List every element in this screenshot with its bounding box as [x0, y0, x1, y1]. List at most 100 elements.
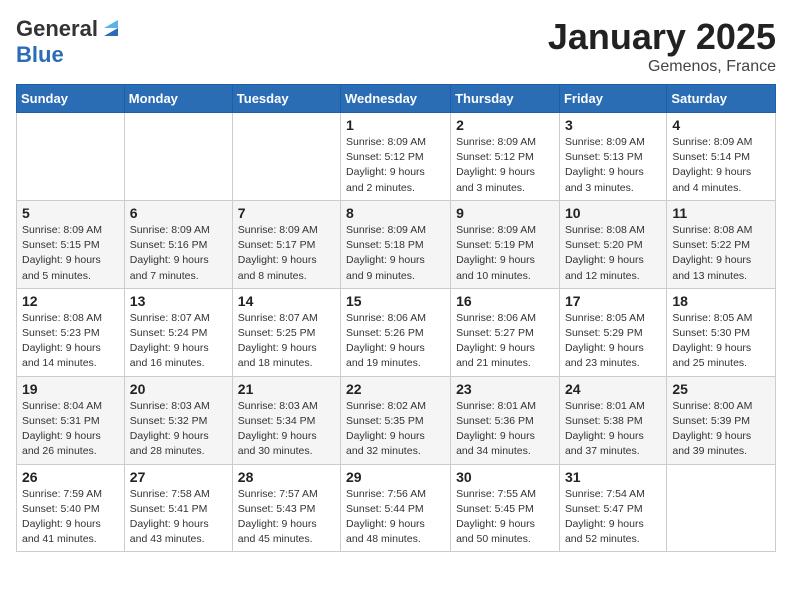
- calendar-body: 1 Sunrise: 8:09 AMSunset: 5:12 PMDaylight…: [17, 113, 776, 552]
- calendar-cell: 9 Sunrise: 8:09 AMSunset: 5:19 PMDaylight…: [451, 200, 560, 288]
- calendar-cell: 25 Sunrise: 8:00 AMSunset: 5:39 PMDayligh…: [667, 376, 776, 464]
- day-info: Sunrise: 8:06 AMSunset: 5:27 PMDaylight:…: [456, 311, 554, 372]
- day-info: Sunrise: 8:08 AMSunset: 5:22 PMDaylight:…: [672, 223, 770, 284]
- calendar-cell: 19Sunrise: 8:04 AMSunset: 5:31 PMDayligh…: [17, 376, 125, 464]
- calendar-cell: 15 Sunrise: 8:06 AMSunset: 5:26 PMDayligh…: [341, 288, 451, 376]
- day-number: 6: [130, 205, 227, 221]
- day-number: 4: [672, 117, 770, 133]
- calendar-cell: 10 Sunrise: 8:08 AMSunset: 5:20 PMDayligh…: [559, 200, 666, 288]
- calendar-cell: 5Sunrise: 8:09 AMSunset: 5:15 PMDaylight…: [17, 200, 125, 288]
- day-number: 24: [565, 381, 661, 397]
- day-number: 9: [456, 205, 554, 221]
- day-number: 13: [130, 293, 227, 309]
- calendar-cell: 16 Sunrise: 8:06 AMSunset: 5:27 PMDayligh…: [451, 288, 560, 376]
- calendar-cell: [124, 113, 232, 201]
- calendar-cell: 29 Sunrise: 7:56 AMSunset: 5:44 PMDayligh…: [341, 464, 451, 552]
- day-info: Sunrise: 8:01 AMSunset: 5:36 PMDaylight:…: [456, 399, 554, 460]
- calendar-table: SundayMondayTuesdayWednesdayThursdayFrid…: [16, 84, 776, 552]
- calendar-cell: 28 Sunrise: 7:57 AMSunset: 5:43 PMDayligh…: [232, 464, 340, 552]
- day-info: Sunrise: 8:09 AMSunset: 5:12 PMDaylight:…: [346, 135, 445, 196]
- calendar-cell: 17 Sunrise: 8:05 AMSunset: 5:29 PMDayligh…: [559, 288, 666, 376]
- calendar-cell: 6 Sunrise: 8:09 AMSunset: 5:16 PMDaylight…: [124, 200, 232, 288]
- logo-general: General: [16, 16, 98, 42]
- calendar-cell: 7Sunrise: 8:09 AMSunset: 5:17 PMDaylight…: [232, 200, 340, 288]
- day-number: 12: [22, 293, 119, 309]
- weekday-header-friday: Friday: [559, 85, 666, 113]
- day-number: 26: [22, 469, 119, 485]
- day-number: 7: [238, 205, 335, 221]
- day-number: 30: [456, 469, 554, 485]
- day-number: 15: [346, 293, 445, 309]
- location: Gemenos, France: [548, 58, 776, 76]
- calendar-week-row: 19Sunrise: 8:04 AMSunset: 5:31 PMDayligh…: [17, 376, 776, 464]
- calendar-cell: 26Sunrise: 7:59 AMSunset: 5:40 PMDayligh…: [17, 464, 125, 552]
- day-info: Sunrise: 8:00 AMSunset: 5:39 PMDaylight:…: [672, 399, 770, 460]
- calendar-cell: [667, 464, 776, 552]
- calendar-cell: 12 Sunrise: 8:08 AMSunset: 5:23 PMDayligh…: [17, 288, 125, 376]
- calendar-header: SundayMondayTuesdayWednesdayThursdayFrid…: [17, 85, 776, 113]
- day-info: Sunrise: 8:05 AMSunset: 5:29 PMDaylight:…: [565, 311, 661, 372]
- page-header: General Blue January 2025 Gemenos, Franc…: [16, 16, 776, 76]
- day-number: 17: [565, 293, 661, 309]
- month-title: January 2025: [548, 16, 776, 58]
- day-info: Sunrise: 8:09 AMSunset: 5:13 PMDaylight:…: [565, 135, 661, 196]
- weekday-header-row: SundayMondayTuesdayWednesdayThursdayFrid…: [17, 85, 776, 113]
- day-info: Sunrise: 8:09 AMSunset: 5:12 PMDaylight:…: [456, 135, 554, 196]
- day-number: 23: [456, 381, 554, 397]
- day-info: Sunrise: 8:03 AMSunset: 5:34 PMDaylight:…: [238, 399, 335, 460]
- logo-blue: Blue: [16, 42, 64, 68]
- weekday-header-sunday: Sunday: [17, 85, 125, 113]
- day-info: Sunrise: 8:08 AMSunset: 5:20 PMDaylight:…: [565, 223, 661, 284]
- day-number: 16: [456, 293, 554, 309]
- calendar-cell: 24Sunrise: 8:01 AMSunset: 5:38 PMDayligh…: [559, 376, 666, 464]
- day-number: 18: [672, 293, 770, 309]
- weekday-header-wednesday: Wednesday: [341, 85, 451, 113]
- calendar-cell: 23 Sunrise: 8:01 AMSunset: 5:36 PMDayligh…: [451, 376, 560, 464]
- weekday-header-tuesday: Tuesday: [232, 85, 340, 113]
- logo: General Blue: [16, 16, 122, 68]
- calendar-cell: 21Sunrise: 8:03 AMSunset: 5:34 PMDayligh…: [232, 376, 340, 464]
- day-info: Sunrise: 8:06 AMSunset: 5:26 PMDaylight:…: [346, 311, 445, 372]
- calendar-cell: [232, 113, 340, 201]
- day-number: 28: [238, 469, 335, 485]
- day-number: 29: [346, 469, 445, 485]
- day-info: Sunrise: 8:04 AMSunset: 5:31 PMDaylight:…: [22, 399, 119, 460]
- calendar-cell: 18 Sunrise: 8:05 AMSunset: 5:30 PMDayligh…: [667, 288, 776, 376]
- calendar-cell: 8Sunrise: 8:09 AMSunset: 5:18 PMDaylight…: [341, 200, 451, 288]
- calendar-cell: 11 Sunrise: 8:08 AMSunset: 5:22 PMDayligh…: [667, 200, 776, 288]
- calendar-cell: 3Sunrise: 8:09 AMSunset: 5:13 PMDaylight…: [559, 113, 666, 201]
- logo-icon: [100, 18, 122, 40]
- calendar-cell: 2 Sunrise: 8:09 AMSunset: 5:12 PMDaylight…: [451, 113, 560, 201]
- day-info: Sunrise: 8:08 AMSunset: 5:23 PMDaylight:…: [22, 311, 119, 372]
- day-info: Sunrise: 8:07 AMSunset: 5:24 PMDaylight:…: [130, 311, 227, 372]
- day-number: 2: [456, 117, 554, 133]
- calendar-week-row: 26Sunrise: 7:59 AMSunset: 5:40 PMDayligh…: [17, 464, 776, 552]
- day-number: 11: [672, 205, 770, 221]
- day-info: Sunrise: 8:09 AMSunset: 5:18 PMDaylight:…: [346, 223, 445, 284]
- weekday-header-monday: Monday: [124, 85, 232, 113]
- calendar-cell: 20Sunrise: 8:03 AMSunset: 5:32 PMDayligh…: [124, 376, 232, 464]
- calendar-cell: 30Sunrise: 7:55 AMSunset: 5:45 PMDayligh…: [451, 464, 560, 552]
- day-info: Sunrise: 8:07 AMSunset: 5:25 PMDaylight:…: [238, 311, 335, 372]
- day-number: 5: [22, 205, 119, 221]
- calendar-cell: 13 Sunrise: 8:07 AMSunset: 5:24 PMDayligh…: [124, 288, 232, 376]
- day-info: Sunrise: 7:57 AMSunset: 5:43 PMDaylight:…: [238, 487, 335, 548]
- calendar-cell: 4 Sunrise: 8:09 AMSunset: 5:14 PMDaylight…: [667, 113, 776, 201]
- calendar-cell: 14Sunrise: 8:07 AMSunset: 5:25 PMDayligh…: [232, 288, 340, 376]
- day-info: Sunrise: 8:09 AMSunset: 5:19 PMDaylight:…: [456, 223, 554, 284]
- calendar-cell: 22Sunrise: 8:02 AMSunset: 5:35 PMDayligh…: [341, 376, 451, 464]
- day-number: 10: [565, 205, 661, 221]
- weekday-header-thursday: Thursday: [451, 85, 560, 113]
- day-info: Sunrise: 7:56 AMSunset: 5:44 PMDaylight:…: [346, 487, 445, 548]
- day-info: Sunrise: 7:54 AMSunset: 5:47 PMDaylight:…: [565, 487, 661, 548]
- day-number: 27: [130, 469, 227, 485]
- day-number: 25: [672, 381, 770, 397]
- calendar-week-row: 1 Sunrise: 8:09 AMSunset: 5:12 PMDaylight…: [17, 113, 776, 201]
- day-info: Sunrise: 8:09 AMSunset: 5:14 PMDaylight:…: [672, 135, 770, 196]
- day-info: Sunrise: 8:05 AMSunset: 5:30 PMDaylight:…: [672, 311, 770, 372]
- day-number: 1: [346, 117, 445, 133]
- calendar-week-row: 5Sunrise: 8:09 AMSunset: 5:15 PMDaylight…: [17, 200, 776, 288]
- day-info: Sunrise: 8:02 AMSunset: 5:35 PMDaylight:…: [346, 399, 445, 460]
- title-block: January 2025 Gemenos, France: [548, 16, 776, 76]
- day-info: Sunrise: 8:09 AMSunset: 5:16 PMDaylight:…: [130, 223, 227, 284]
